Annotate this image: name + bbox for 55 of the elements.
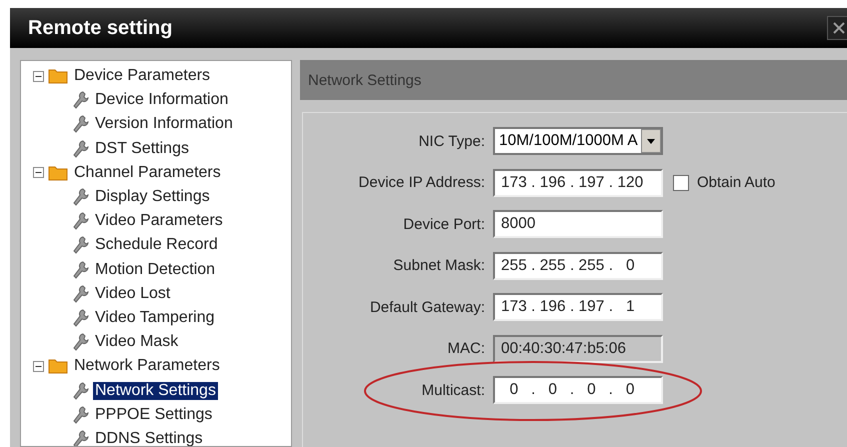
ip-address-field[interactable]: 0 . 0 . 0 . 0: [493, 376, 663, 404]
tree-item[interactable]: Video Tampering: [93, 308, 216, 327]
wrench-icon: [73, 212, 89, 230]
close-button[interactable]: [827, 16, 847, 40]
input-field[interactable]: 8000: [493, 210, 663, 238]
tree-item[interactable]: DST Settings: [93, 140, 191, 158]
close-icon: [832, 21, 846, 35]
window-title: Remote setting: [28, 16, 172, 40]
wrench-icon: [73, 115, 89, 134]
nic-type-dropdown[interactable]: 10M/100M/1000M A: [493, 127, 663, 155]
wrench-icon: [73, 284, 89, 303]
field-label: Device IP Address:: [358, 174, 486, 191]
tree-item[interactable]: Device Parameters: [72, 67, 212, 86]
collapse-icon[interactable]: [33, 70, 44, 82]
folder-icon: [48, 358, 68, 374]
folder-icon: [48, 68, 68, 84]
tree-item[interactable]: Network Parameters: [72, 357, 222, 376]
tree-item[interactable]: Display Settings: [93, 188, 212, 206]
wrench-icon: [73, 188, 89, 206]
field-label: NIC Type:: [418, 132, 486, 150]
caret-icon: [647, 138, 655, 144]
field-label: Device Port:: [402, 216, 486, 232]
collapse-icon[interactable]: [33, 167, 44, 178]
tree-item[interactable]: Device Information: [93, 91, 230, 110]
checkbox[interactable]: [673, 174, 689, 190]
ip-address-field[interactable]: 255 . 255 . 255 . 0: [493, 252, 663, 280]
tree-item[interactable]: Version Information: [93, 115, 235, 134]
field-label: Default Gateway:: [368, 298, 486, 316]
panel-title: Network Settings: [308, 72, 422, 88]
checkbox-label: Obtain Auto: [697, 174, 776, 191]
tree-item[interactable]: Schedule Record: [93, 236, 220, 254]
field-label: Subnet Mask:: [392, 257, 486, 274]
wrench-icon: [73, 382, 89, 400]
tree-item[interactable]: Video Mask: [93, 333, 180, 352]
wrench-icon: [73, 406, 89, 424]
wrench-icon: [73, 333, 89, 352]
wrench-icon: [73, 140, 89, 158]
tree-item[interactable]: Video Parameters: [93, 212, 225, 230]
wrench-icon: [73, 308, 89, 327]
tree-item[interactable]: PPPOE Settings: [93, 406, 214, 424]
folder-icon: [48, 164, 68, 181]
collapse-icon[interactable]: [33, 360, 44, 372]
ip-address-field[interactable]: 173 . 196 . 197 . 120: [493, 168, 663, 196]
tree-item[interactable]: Motion Detection: [93, 260, 218, 279]
tree-item[interactable]: Channel Parameters: [72, 164, 223, 182]
field-label: MAC:: [446, 340, 486, 357]
readonly-field: 00:40:30:47:b5:06: [493, 334, 663, 362]
tree-item[interactable]: Network Settings: [93, 382, 218, 400]
field-label: Multicast:: [420, 382, 486, 398]
ip-address-field[interactable]: 173 . 196 . 197 . 1: [493, 293, 663, 321]
wrench-icon: [73, 236, 89, 254]
wrench-icon: [73, 91, 89, 110]
tree-item[interactable]: Video Lost: [93, 284, 172, 303]
wrench-icon: [73, 260, 89, 279]
tree-item[interactable]: DDNS Settings: [93, 430, 205, 446]
